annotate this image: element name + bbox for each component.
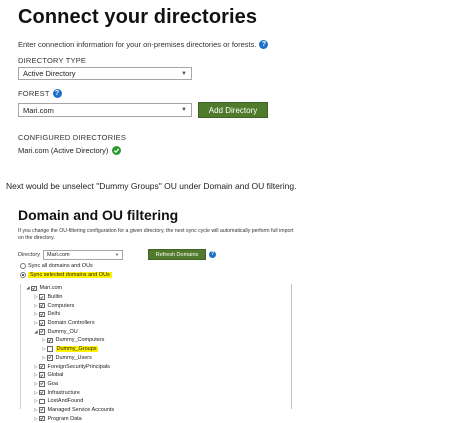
tree-item-label: Global [47,372,64,379]
radio-button[interactable] [20,272,26,278]
tree-item-label: Domain Controllers [47,320,95,327]
help-icon[interactable]: ? [259,40,269,49]
directory-type-value: Active Directory [23,69,76,78]
help-icon[interactable]: ? [209,251,217,258]
radio-button[interactable] [20,263,26,269]
tree-item[interactable]: ▷ Dummy_Computers [21,336,291,345]
radio-sync-selected[interactable]: Sync selected domains and OUs [20,272,112,278]
forest-label: FOREST [18,89,50,98]
radio-sync-all-label: Sync all domains and OUs [28,263,93,269]
tree-item[interactable]: ▷ Managed Service Accounts [21,406,291,415]
directory-label: Directory [18,251,41,258]
filter-title: Domain and OU filtering [18,207,179,223]
tree-item-checkbox[interactable] [47,337,53,344]
tree-item-label: Program Data [47,415,82,422]
tree-item-label: Builtin [47,294,63,301]
forest-select[interactable]: Mari.com ▼ [18,103,192,117]
tree-item[interactable]: ▷ Program Data [21,414,291,423]
tree-item[interactable]: ▷ ForeignSecurityPrincipals [21,362,291,371]
tree-item-checkbox[interactable] [39,372,45,378]
tree-item-checkbox[interactable] [47,346,53,352]
tree-item-checkbox[interactable] [39,329,45,335]
tree-item[interactable]: ▷ Builtin [21,293,291,302]
filter-intro: If you change the OU-filtering configura… [18,228,294,242]
tree-item-checkbox[interactable] [47,355,53,361]
help-icon[interactable]: ? [52,89,62,98]
directory-type-label: DIRECTORY TYPE [18,56,87,65]
tree-item-checkbox[interactable] [39,302,45,309]
tree-item-label: Managed Service Accounts [47,406,115,413]
configured-directory-item: Mari.com (Active Directory) [18,146,122,155]
tree-item-checkbox[interactable] [39,415,45,422]
tree-item-checkbox[interactable] [39,311,45,318]
tree-item[interactable]: ▷ Computers [21,301,291,310]
instruction-note: Next would be unselect "Dummy Groups" OU… [6,181,297,191]
tree-item[interactable]: ▷ Global [21,371,291,380]
tree-item-checkbox[interactable] [31,285,37,292]
tree-item[interactable]: ▷ Dummy_Groups [21,345,291,354]
configured-directory-text: Mari.com (Active Directory) [18,146,109,155]
tree-item-label: Dummy_Users [55,354,92,361]
tree-item[interactable]: ◢ Dummy_OU [21,327,291,336]
tree-item-label: Mari.com [39,285,63,292]
tree-item[interactable]: ▷ Dummy_Users [21,354,291,363]
refresh-domains-button[interactable]: Refresh Domains [148,249,207,260]
tree-item-checkbox[interactable] [39,363,45,370]
radio-sync-selected-label: Sync selected domains and OUs [28,272,112,278]
connect-intro: Enter connection information for your on… [18,40,269,49]
tree-item-label: Computers [47,302,75,309]
tree-item[interactable]: ▷ Delhi [21,310,291,319]
tree-item-label: Delhi [47,311,61,318]
tree-item[interactable]: ▷ LostAndFound [21,397,291,406]
tree-item-label: Infrastructure [47,389,80,396]
tree-item-checkbox[interactable] [39,381,45,387]
tree-item[interactable]: ▷ Goa [21,380,291,389]
directory-row: Directory Mari.com ▼ Refresh Domains ? [18,249,217,260]
directory-select-value: Mari.com [47,251,70,258]
tree-item-label: LostAndFound [47,398,84,405]
tree-item[interactable]: ◢ Mari.com [21,284,291,293]
tree-item-checkbox[interactable] [39,389,45,396]
tree-item-checkbox[interactable] [39,320,45,326]
tree-item-label: Dummy_Groups [55,346,98,353]
forest-label-row: FOREST ? [18,89,62,98]
add-directory-button[interactable]: Add Directory [198,102,268,118]
tree-item-label: Dummy_OU [47,328,78,335]
directory-select[interactable]: Mari.com ▼ [43,249,124,260]
forest-value: Mari.com [23,105,54,115]
configured-directories-label: CONFIGURED DIRECTORIES [18,133,127,142]
tree-item-label: Dummy_Computers [55,337,105,344]
chevron-down-icon: ▼ [181,70,187,77]
tree-item[interactable]: ▷ Domain Controllers [21,319,291,328]
checkmark-circle-icon [112,146,122,155]
tree-item-label: ForeignSecurityPrincipals [47,363,110,370]
ou-tree: ◢ Mari.com ▷ Builtin ▷ Computers ▷ Delhi ▷ Domain… [20,284,292,422]
connect-intro-text: Enter connection information for your on… [18,40,257,49]
radio-sync-all[interactable]: Sync all domains and OUs [20,263,93,269]
tree-item-checkbox[interactable] [39,407,45,413]
tree-item-checkbox[interactable] [39,398,45,405]
tree-item[interactable]: ▷ Infrastructure [21,388,291,397]
chevron-down-icon: ▼ [115,252,120,257]
chevron-down-icon: ▼ [181,107,187,113]
page-title: Connect your directories [18,6,258,28]
tree-item-label: Goa [47,380,58,387]
directory-type-select[interactable]: Active Directory ▼ [18,67,192,80]
tree-item-checkbox[interactable] [39,294,45,300]
